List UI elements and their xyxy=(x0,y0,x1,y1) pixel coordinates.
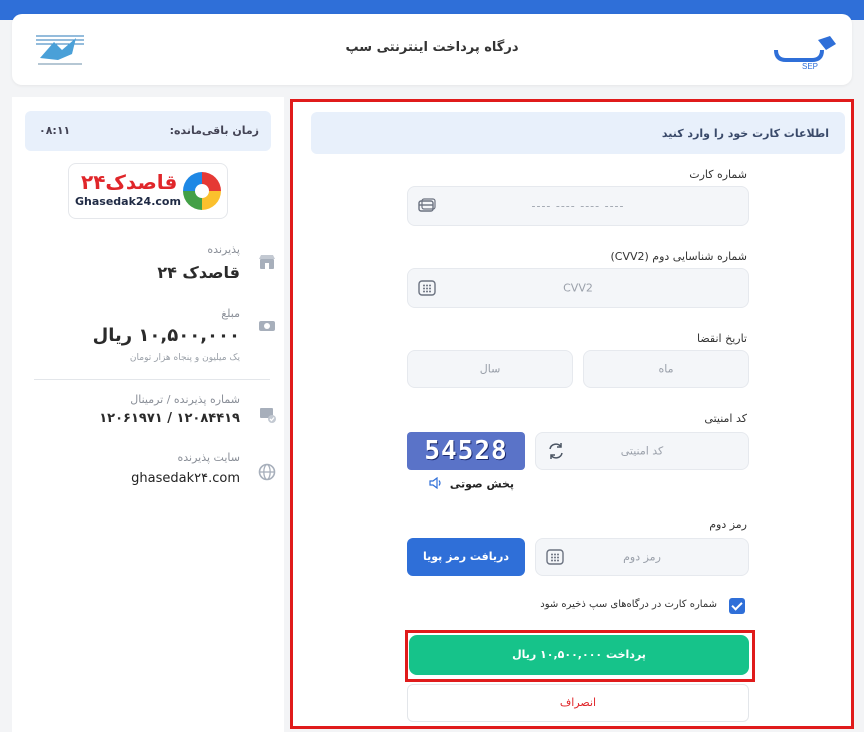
sep-logo: SEP xyxy=(772,32,842,71)
pay-button[interactable]: پرداخت ۱۰,۵۰۰,۰۰۰ ریال xyxy=(409,635,749,675)
timer-label: زمان باقی‌مانده: xyxy=(169,124,259,137)
card-icon xyxy=(418,198,436,214)
audio-label: پخش صوتی xyxy=(449,477,515,491)
cancel-button[interactable]: انصراف xyxy=(407,684,749,722)
cvv-label: شماره شناسایی دوم (CVV2) xyxy=(610,250,747,263)
captcha-image-text: 54528 xyxy=(424,436,508,466)
captcha-image: 54528 xyxy=(407,432,525,470)
merchant-logo-mark-icon xyxy=(183,172,221,210)
money-icon xyxy=(258,317,276,335)
terminal-row: شماره پذیرنده / ترمینال ۱۲۰۸۴۴۱۹ / ۱۲۰۶۱… xyxy=(20,391,276,435)
store-icon xyxy=(258,253,276,271)
save-card-checkbox[interactable] xyxy=(729,598,745,614)
terminal-value: ۱۲۰۸۴۴۱۹ / ۱۲۰۶۱۹۷۱ xyxy=(99,411,240,426)
cvv-input[interactable]: CVV2 xyxy=(407,268,749,308)
card-number-label: شماره کارت xyxy=(689,168,747,181)
acceptor-label: پذیرنده xyxy=(207,243,240,256)
amount-row: مبلغ ۱۰,۵۰۰,۰۰۰ ریال یک میلیون و پنجاه ه… xyxy=(20,303,276,369)
otp-placeholder: رمز دوم xyxy=(623,550,661,564)
acceptor-row: پذیرنده قاصدک ۲۴ xyxy=(20,237,276,287)
captcha-placeholder: کد امنیتی xyxy=(620,444,664,458)
audio-play-button[interactable]: پخش صوتی xyxy=(429,476,515,492)
site-label: سایت پذیرنده xyxy=(177,451,241,464)
otp-input[interactable]: رمز دوم xyxy=(535,538,749,576)
site-row: سایت پذیرنده ghasedak۲۴.com xyxy=(20,449,276,493)
terminal-label: شماره پذیرنده / ترمینال xyxy=(130,393,240,406)
otp-label: رمز دوم xyxy=(709,518,747,531)
expiry-label: تاریخ انقضا xyxy=(697,332,747,345)
merchant-logo: قاصدک۲۴ Ghasedak24.com xyxy=(68,163,228,219)
captcha-input[interactable]: کد امنیتی xyxy=(535,432,749,470)
form-heading-box: اطلاعات کارت خود را وارد کنید xyxy=(311,112,845,154)
speaker-icon xyxy=(429,476,443,492)
pay-button-highlight: پرداخت ۱۰,۵۰۰,۰۰۰ ریال xyxy=(405,630,755,682)
card-form: اطلاعات کارت خود را وارد کنید شماره کارت… xyxy=(290,99,854,729)
card-number-input[interactable]: ---- ---- ---- ---- xyxy=(407,186,749,226)
payment-info-panel: زمان باقی‌مانده: ۰۸:۱۱ قاصدک۲۴ Ghasedak2… xyxy=(12,97,284,732)
expiry-year-placeholder: سال xyxy=(479,362,501,376)
timer-box: زمان باقی‌مانده: ۰۸:۱۱ xyxy=(25,111,271,151)
header: درگاه پرداخت اینترنتی سپ SEP xyxy=(12,14,852,85)
keypad-icon[interactable] xyxy=(418,280,436,296)
globe-icon xyxy=(258,463,276,481)
get-otp-button[interactable]: دریافت رمز پویا xyxy=(407,538,525,576)
acceptor-value: قاصدک ۲۴ xyxy=(157,263,240,282)
expiry-month-input[interactable]: ماه xyxy=(583,350,749,388)
form-heading: اطلاعات کارت خود را وارد کنید xyxy=(661,127,829,140)
refresh-icon[interactable] xyxy=(546,441,566,461)
merchant-logo-text: قاصدک۲۴ xyxy=(81,170,178,194)
timer-value: ۰۸:۱۱ xyxy=(39,124,71,137)
cvv-placeholder: CVV2 xyxy=(563,281,593,295)
amount-words: یک میلیون و پنجاه هزار تومان xyxy=(129,353,240,363)
merchant-logo-sub: Ghasedak24.com xyxy=(75,195,181,208)
expiry-year-input[interactable]: سال xyxy=(407,350,573,388)
sep-logo-text: SEP xyxy=(802,62,818,70)
info-divider xyxy=(34,379,270,380)
terminal-icon xyxy=(258,405,276,423)
card-number-placeholder: ---- ---- ---- ---- xyxy=(531,199,625,213)
keypad-icon[interactable] xyxy=(546,549,564,565)
page-title: درگاه پرداخت اینترنتی سپ xyxy=(345,40,519,55)
amount-value: ۱۰,۵۰۰,۰۰۰ ریال xyxy=(92,325,240,346)
captcha-label: کد امنیتی xyxy=(704,412,747,425)
amount-label: مبلغ xyxy=(221,307,240,320)
site-value: ghasedak۲۴.com xyxy=(131,471,240,486)
expiry-month-placeholder: ماه xyxy=(658,362,674,376)
save-card-label: شماره کارت در درگاه‌های سپ ذخیره شود xyxy=(540,599,717,610)
